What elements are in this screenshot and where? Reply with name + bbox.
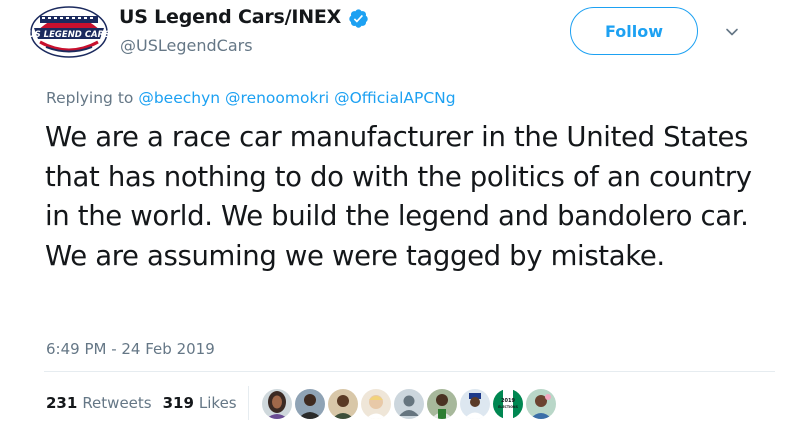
liker-avatar[interactable]	[460, 389, 490, 419]
svg-text:2019: 2019	[501, 398, 515, 404]
liker-avatar[interactable]: 2019 ELECTIONS	[493, 389, 523, 419]
mention-link[interactable]: @renoomokri	[225, 89, 329, 107]
divider	[248, 386, 249, 420]
liker-avatar[interactable]	[526, 389, 556, 419]
user-photo-icon	[328, 389, 358, 419]
tweet-card: US LEGEND CARS US Legend Cars/INEX @USLe…	[0, 0, 789, 424]
likes-count: 319	[162, 394, 194, 412]
retweets-stat[interactable]: 231 Retweets	[46, 394, 152, 412]
replying-to-line: Replying to @beechyn @renoomokri @Offici…	[46, 89, 456, 107]
liker-avatar[interactable]	[295, 389, 325, 419]
retweets-count: 231	[46, 394, 78, 412]
liker-avatar[interactable]	[427, 389, 457, 419]
liker-avatar[interactable]	[262, 389, 292, 419]
likes-label: Likes	[198, 394, 237, 412]
author-avatar[interactable]: US LEGEND CARS	[28, 6, 110, 58]
default-user-icon	[394, 389, 424, 419]
replying-to-label: Replying to	[46, 89, 134, 107]
tweet-text: We are a race car manufacturer in the Un…	[45, 121, 752, 272]
likers-avatar-list: 2019 ELECTIONS	[262, 389, 559, 419]
user-photo-icon	[295, 389, 325, 419]
mention-link[interactable]: @beechyn	[138, 89, 220, 107]
tweet-timestamp[interactable]: 6:49 PM - 24 Feb 2019	[46, 340, 215, 358]
liker-avatar[interactable]	[361, 389, 391, 419]
user-photo-icon	[262, 389, 292, 419]
verified-badge-icon	[349, 9, 368, 28]
liker-avatar[interactable]	[328, 389, 358, 419]
mention-link[interactable]: @OfficialAPCNg	[334, 89, 456, 107]
retweets-label: Retweets	[82, 394, 152, 412]
svg-text:ELECTIONS: ELECTIONS	[498, 405, 518, 409]
divider	[44, 371, 775, 372]
tweet-stats: 231 Retweets 319 Likes	[46, 394, 237, 412]
author-handle[interactable]: @USLegendCars	[120, 36, 253, 55]
likes-stat[interactable]: 319 Likes	[163, 394, 237, 412]
user-photo-icon	[361, 389, 391, 419]
user-photo-icon	[526, 389, 556, 419]
user-photo-icon	[427, 389, 457, 419]
liker-avatar[interactable]	[394, 389, 424, 419]
follow-button[interactable]: Follow	[570, 7, 698, 55]
author-display-name[interactable]: US Legend Cars/INEX	[119, 6, 341, 28]
user-photo-icon	[460, 389, 490, 419]
chevron-down-icon[interactable]	[724, 24, 740, 40]
us-legend-cars-logo: US LEGEND CARS	[28, 6, 110, 58]
svg-text:US LEGEND CARS: US LEGEND CARS	[30, 30, 108, 40]
election-badge-icon: 2019 ELECTIONS	[493, 389, 523, 419]
